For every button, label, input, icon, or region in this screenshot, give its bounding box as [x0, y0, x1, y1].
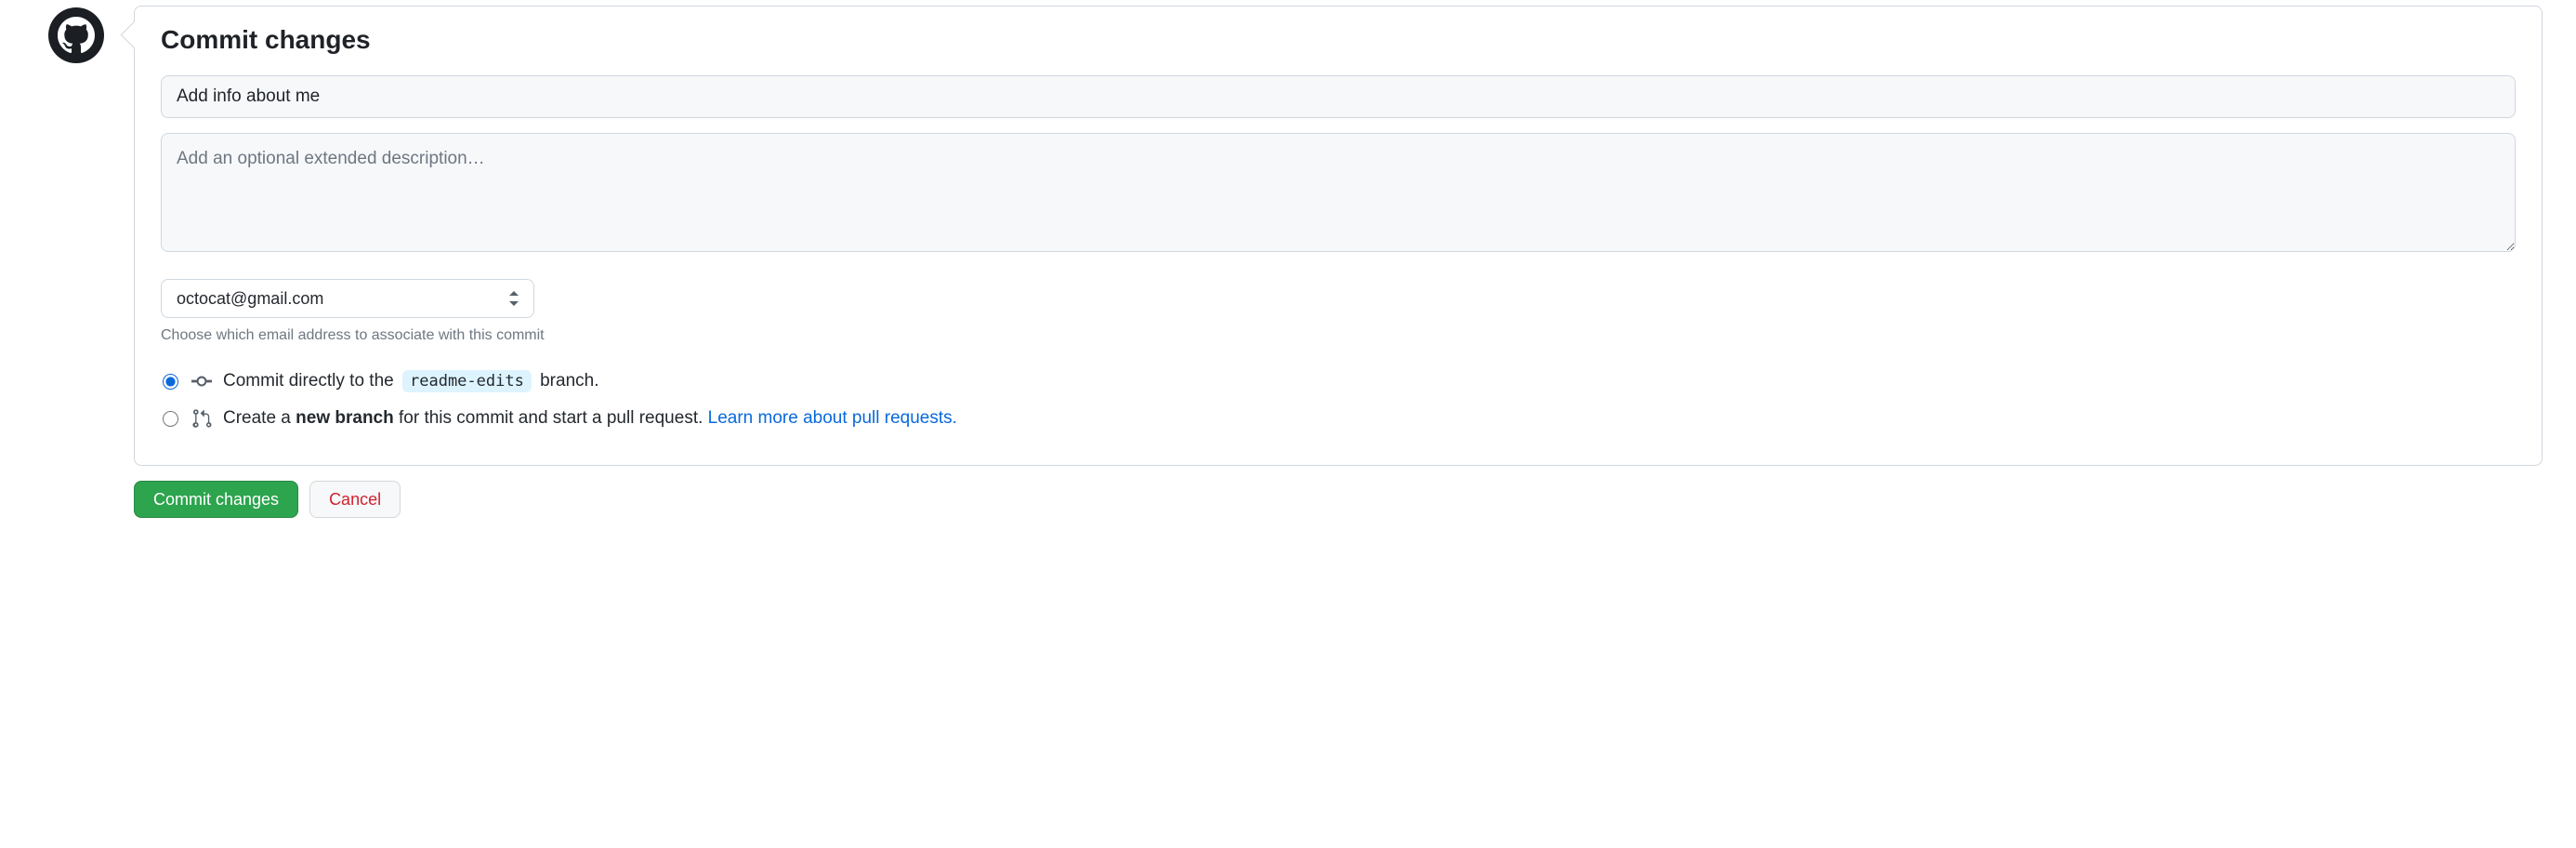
branch-chip: readme-edits [402, 370, 532, 392]
email-row: octocat@gmail.com Choose which email add… [161, 279, 2516, 344]
option-new-branch[interactable]: Create a new branch for this commit and … [161, 407, 2516, 430]
commit-summary-input[interactable] [161, 75, 2516, 118]
learn-more-link[interactable]: Learn more about pull requests. [708, 408, 957, 428]
commit-email-value: octocat@gmail.com [177, 289, 323, 309]
commit-changes-button[interactable]: Commit changes [134, 481, 298, 518]
option-direct-post: branch. [535, 371, 599, 391]
option-newbranch-text: Create a new branch for this commit and … [223, 407, 957, 430]
option-newbranch-post: for this commit and start a pull request… [394, 408, 708, 428]
git-pull-request-icon [191, 408, 212, 429]
option-newbranch-pre: Create a [223, 408, 296, 428]
commit-options: Commit directly to the readme-edits bran… [161, 370, 2516, 430]
commit-email-select[interactable]: octocat@gmail.com [161, 279, 534, 318]
commit-changes-container: Commit changes octocat@gmail.com Choose … [48, 6, 2543, 518]
action-row: Commit changes Cancel [134, 481, 2543, 518]
commit-description-textarea[interactable] [161, 133, 2516, 252]
avatar [48, 7, 104, 63]
commit-panel-wrap: Commit changes octocat@gmail.com Choose … [134, 6, 2543, 518]
git-commit-icon [191, 371, 212, 391]
option-newbranch-bold: new branch [296, 408, 394, 428]
option-commit-direct[interactable]: Commit directly to the readme-edits bran… [161, 370, 2516, 392]
radio-commit-direct[interactable] [163, 374, 178, 390]
option-direct-pre: Commit directly to the [223, 371, 399, 391]
panel-title: Commit changes [161, 25, 2516, 55]
chevron-updown-icon [507, 290, 520, 307]
radio-new-branch[interactable] [163, 411, 178, 427]
cancel-button[interactable]: Cancel [309, 481, 401, 518]
email-hint: Choose which email address to associate … [161, 327, 2516, 344]
github-icon [58, 17, 95, 54]
commit-panel: Commit changes octocat@gmail.com Choose … [134, 6, 2543, 466]
option-direct-text: Commit directly to the readme-edits bran… [223, 370, 598, 392]
